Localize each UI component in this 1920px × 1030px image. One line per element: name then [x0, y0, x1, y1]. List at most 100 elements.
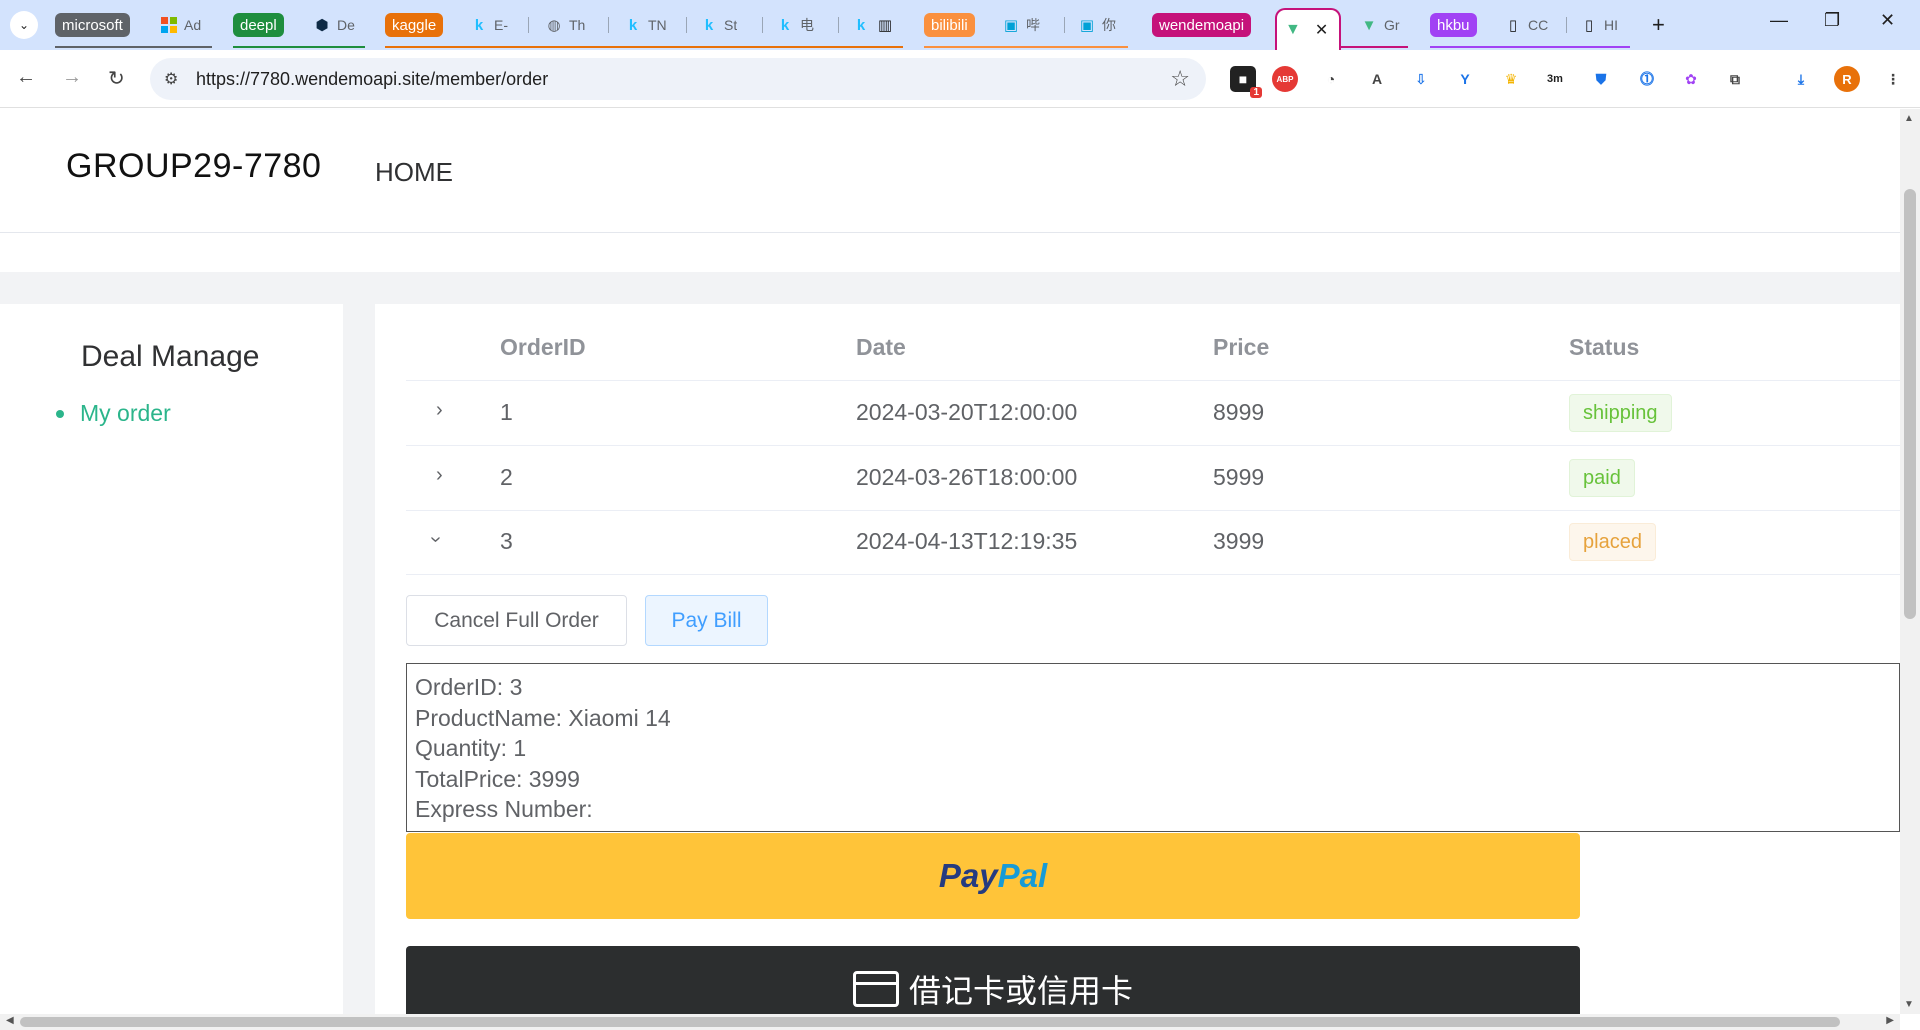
profile-initial: R: [1842, 71, 1852, 87]
translate-icon[interactable]: A: [1364, 66, 1390, 92]
minimize-button[interactable]: —: [1770, 10, 1788, 31]
tab-group-label: hkbu: [1437, 16, 1470, 34]
y-extension-icon[interactable]: Y: [1452, 66, 1478, 92]
puzzle-icon[interactable]: ⧉: [1722, 66, 1748, 92]
microsoft-icon: [160, 16, 178, 34]
tab-group-deepl[interactable]: deepl: [233, 13, 284, 37]
tab-kaggle-5[interactable]: k ▥: [852, 8, 902, 42]
tab-active-wendemoapi[interactable]: ▼ ✕: [1275, 8, 1341, 50]
tab-separator: [1064, 17, 1065, 33]
expand-chevron-icon[interactable]: ›: [436, 464, 443, 487]
close-window-button[interactable]: ✕: [1880, 10, 1895, 31]
vertical-scroll-thumb[interactable]: [1904, 189, 1916, 619]
page-viewport: GROUP29-7780 HOME Deal Manage My order O…: [0, 109, 1900, 1014]
card-button-label: 借记卡或信用卡: [908, 973, 1133, 1009]
orders-table-header: OrderID Date Price Status: [406, 304, 1900, 381]
tab-title: HI: [1604, 17, 1618, 33]
tab-bilibili-1[interactable]: ▣ 哔: [1002, 8, 1052, 42]
url-text[interactable]: https://7780.wendemoapi.site/member/orde…: [196, 69, 548, 90]
new-tab-button[interactable]: +: [1652, 12, 1665, 38]
scroll-right-arrow-icon[interactable]: ▶: [1886, 1015, 1894, 1026]
tab-group-microsoft[interactable]: microsoft: [55, 13, 130, 37]
download-icon[interactable]: ⤓: [1788, 66, 1814, 92]
vue-icon: ▼: [1361, 16, 1377, 34]
tab-group-wendemoapi[interactable]: wendemoapi: [1152, 13, 1252, 37]
column-header-status: Status: [1569, 334, 1640, 360]
cell-date: 2024-04-13T12:19:35: [856, 528, 1078, 554]
status-badge: paid: [1569, 459, 1635, 497]
cell-price: 3999: [1213, 528, 1265, 554]
trophy-icon[interactable]: ♛: [1498, 66, 1524, 92]
tab-search-button[interactable]: ⌄: [10, 11, 38, 39]
nav-home-link[interactable]: HOME: [375, 157, 453, 188]
bookmark-star-icon[interactable]: ☆: [1170, 66, 1190, 92]
table-row: › 2 2024-03-26T18:00:00 5999 paid: [406, 447, 1900, 511]
site-info-icon[interactable]: ⚙: [164, 69, 178, 89]
address-bar[interactable]: ⚙ https://7780.wendemoapi.site/member/or…: [150, 58, 1206, 100]
tab-vue[interactable]: ▼ Gr: [1360, 8, 1408, 42]
tab-group-underline: [1430, 46, 1630, 48]
cancel-full-order-button[interactable]: Cancel Full Order: [406, 595, 627, 646]
restore-button[interactable]: ❐: [1824, 10, 1840, 31]
tab-kaggle-2[interactable]: k TN: [624, 8, 674, 42]
kaggle-icon: k: [628, 16, 638, 34]
vertical-scrollbar[interactable]: ▲ ▼: [1900, 109, 1920, 1014]
brain-icon[interactable]: ✿: [1678, 66, 1704, 92]
forward-icon[interactable]: →: [62, 66, 82, 89]
close-tab-icon[interactable]: ✕: [1315, 20, 1328, 40]
sidebar-item-label: My order: [80, 400, 171, 426]
horizontal-scroll-thumb[interactable]: [20, 1017, 1840, 1027]
paypal-button[interactable]: Pay Pal: [406, 833, 1580, 919]
shield-icon[interactable]: ⛊: [1588, 66, 1614, 92]
tab-kaggle-4[interactable]: k 电: [776, 8, 826, 42]
sidebar-item-my-order[interactable]: My order: [56, 400, 171, 427]
tab-title: 电: [800, 17, 814, 33]
site-header: GROUP29-7780 HOME: [0, 109, 1900, 233]
tab-microsoft[interactable]: Ad: [160, 8, 212, 42]
tab-group-hkbu[interactable]: hkbu: [1430, 13, 1477, 37]
collapse-chevron-icon[interactable]: ›: [424, 536, 447, 543]
tab-group-underline: [233, 46, 365, 48]
credit-card-icon: [852, 971, 899, 1007]
tab-separator: [1566, 17, 1567, 33]
extension-icon[interactable]: ■ 1: [1230, 66, 1262, 98]
tab-title: 哔: [1026, 17, 1040, 33]
tab-kaggle-3[interactable]: k St: [700, 8, 750, 42]
tab-group-label: deepl: [240, 16, 277, 34]
download-helper-icon[interactable]: ⇩: [1408, 66, 1434, 92]
more-menu-icon[interactable]: ⋮: [1880, 66, 1906, 92]
tab-deepl[interactable]: ⬢ De: [313, 8, 365, 42]
tab-title: 你: [1102, 17, 1116, 33]
tab-group-label: microsoft: [62, 16, 123, 34]
password-icon[interactable]: ⓵: [1634, 66, 1660, 92]
timer-icon[interactable]: 3m: [1542, 66, 1568, 92]
speedometer-icon[interactable]: ◔: [1318, 66, 1344, 92]
scroll-down-arrow-icon[interactable]: ▼: [1904, 999, 1914, 1010]
tab-group-label: wendemoapi: [1159, 16, 1245, 34]
tab-globe[interactable]: ◍ Th: [545, 8, 595, 42]
site-logo[interactable]: GROUP29-7780: [66, 147, 321, 186]
tab-group-kaggle[interactable]: kaggle: [385, 13, 444, 37]
paypal-logo-part1: Pay: [938, 857, 998, 894]
tab-title: E-: [494, 17, 508, 33]
tab-group-bilibili[interactable]: bilibili: [924, 13, 975, 37]
debit-credit-card-button[interactable]: 借记卡或信用卡: [406, 946, 1580, 1014]
profile-avatar[interactable]: R: [1834, 66, 1860, 92]
sidebar-title: Deal Manage: [81, 340, 260, 373]
reload-icon[interactable]: ↻: [108, 66, 125, 91]
tab-separator: [608, 17, 609, 33]
scroll-left-arrow-icon[interactable]: ◀: [6, 1015, 14, 1026]
tab-hkbu-2[interactable]: ▯ HI: [1580, 8, 1630, 42]
horizontal-scrollbar[interactable]: ◀ ▶: [0, 1014, 1900, 1030]
tab-bilibili-2[interactable]: ▣ 你: [1078, 8, 1128, 42]
expand-chevron-icon[interactable]: ›: [436, 399, 443, 422]
back-icon[interactable]: ←: [16, 66, 36, 89]
pay-bill-button[interactable]: Pay Bill: [645, 595, 768, 646]
scroll-up-arrow-icon[interactable]: ▲: [1904, 113, 1914, 124]
tab-hkbu-1[interactable]: ▯ CC: [1504, 8, 1554, 42]
tab-title: Gr: [1384, 17, 1400, 33]
tab-kaggle-1[interactable]: k E-: [470, 8, 520, 42]
adblock-icon[interactable]: ABP: [1272, 66, 1298, 92]
detail-total-price: TotalPrice: 3999: [415, 765, 580, 792]
cell-orderid: 2: [500, 464, 513, 490]
